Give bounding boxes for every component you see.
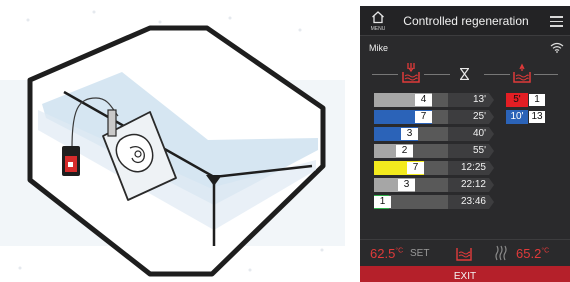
tray-number: 7 (415, 111, 432, 123)
program-row[interactable]: 2 55' (374, 144, 570, 158)
row-time: 13' (472, 94, 486, 105)
tray-number: 3 (398, 179, 415, 191)
tray-number: 1 (374, 196, 391, 208)
heater-icon (495, 245, 507, 261)
row-time: 40' (472, 128, 486, 139)
row-time: 55' (472, 145, 486, 156)
set-temperature-unit: °C (395, 247, 404, 255)
process-indicator-row (360, 58, 570, 88)
page-title: Controlled regeneration (403, 14, 529, 28)
regeneration-badge[interactable]: 5' 1 (506, 93, 545, 107)
regeneration-number: 13 (529, 111, 545, 123)
controller-device (62, 146, 80, 176)
hourglass-icon (460, 68, 469, 80)
bath-out-icon (513, 63, 531, 83)
row-time: 22:12 (460, 179, 486, 190)
menu-label: MENU (370, 26, 386, 32)
exit-button[interactable]: EXIT (360, 266, 570, 282)
top-bar: MENU Controlled regeneration (360, 6, 570, 36)
home-menu-button[interactable]: MENU (366, 9, 390, 34)
regeneration-number: 1 (529, 94, 545, 106)
regeneration-time: 10' (506, 110, 528, 124)
tray-number: 2 (396, 145, 413, 157)
program-row[interactable]: 3 40' (374, 127, 570, 141)
user-name: Mike (369, 43, 389, 53)
tray-number: 7 (407, 162, 424, 174)
program-row[interactable]: 1 23:46 (374, 195, 570, 209)
home-icon (372, 11, 384, 24)
row-time: 12:25 (460, 162, 486, 173)
row-time: 23:46 (460, 196, 486, 207)
current-temperature: 65.2°C (516, 246, 549, 261)
tray-number: 3 (401, 128, 418, 140)
program-row[interactable]: 3 22:12 (374, 178, 570, 192)
row-time: 25' (472, 111, 486, 122)
set-label: SET (410, 248, 430, 259)
set-temperature[interactable]: 62.5°C (370, 246, 403, 261)
water-bath-illustration (0, 10, 345, 277)
heat-bath-icon (456, 248, 472, 261)
hamburger-icon[interactable] (550, 16, 563, 27)
heat-bath-icon (402, 63, 420, 83)
tray-number: 4 (415, 94, 432, 106)
current-temperature-unit: °C (541, 247, 550, 255)
regeneration-time: 5' (506, 93, 528, 107)
wifi-icon (550, 42, 564, 53)
regeneration-badge[interactable]: 10' 13 (506, 110, 545, 124)
temperature-footer: 62.5°C SET 65.2°C (360, 240, 570, 266)
controller-panel: MENU Controlled regeneration Mike 4 13' … (360, 6, 570, 282)
current-temperature-value: 65.2 (516, 246, 542, 261)
program-row[interactable]: 7 12:25 (374, 161, 570, 175)
set-temperature-value: 62.5 (370, 246, 396, 261)
screen: MENU Controlled regeneration Mike 4 13' … (0, 0, 570, 282)
